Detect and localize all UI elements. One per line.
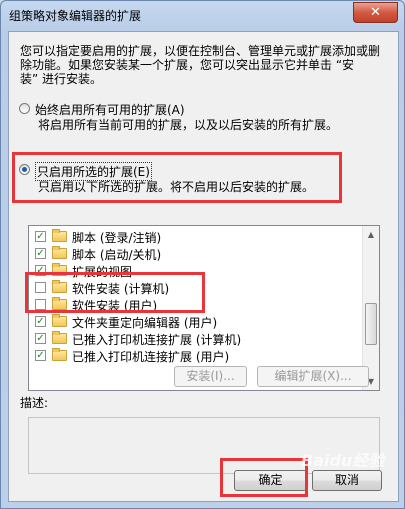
cancel-button[interactable]: 取消 xyxy=(312,470,382,491)
list-item-label: 文件夹重定向编辑器 (用户) xyxy=(72,316,218,330)
scrollbar-thumb[interactable] xyxy=(365,303,377,345)
radio-all-extensions-description: 将启用所有当前可用的扩展，以及以后安装的所有扩展。 xyxy=(38,118,339,132)
checkbox-checked[interactable]: ✓ xyxy=(35,333,46,344)
list-item-label: 脚本 (登录/注销) xyxy=(72,231,162,245)
dialog-body: 您可以指定要启用的扩展，以便在控制台、管理单元或扩展添加或删 除功能。如果您安装… xyxy=(8,31,399,502)
list-item[interactable]: ✓ 文件夹重定向编辑器 (用户) xyxy=(29,313,361,330)
folder-icon xyxy=(52,246,67,259)
folder-icon xyxy=(52,348,67,361)
edit-extension-button[interactable]: 编辑扩展(X)... xyxy=(257,366,369,387)
list-item[interactable]: ✓ 脚本 (登录/注销) xyxy=(29,228,361,245)
folder-icon xyxy=(52,331,67,344)
radio-all-extensions[interactable] xyxy=(19,103,30,114)
list-item-label: 脚本 (启动/关机) xyxy=(72,248,162,262)
highlight-frame-software-install xyxy=(25,272,205,313)
title-bar[interactable]: 组策略对象编辑器的扩展 ✕ xyxy=(1,1,404,29)
list-item[interactable]: ✓ 已推入打印机连接扩展 (计算机) xyxy=(29,330,361,347)
list-item-label: 已推入打印机连接扩展 (用户) xyxy=(72,350,230,364)
highlight-frame-option xyxy=(12,152,342,203)
folder-icon xyxy=(52,229,67,242)
highlight-frame-ok xyxy=(220,458,308,497)
scroll-up-arrow-icon[interactable]: ▲ xyxy=(363,226,379,243)
checkbox-checked[interactable]: ✓ xyxy=(35,248,46,259)
checkbox-checked[interactable]: ✓ xyxy=(35,350,46,361)
checkbox-checked[interactable]: ✓ xyxy=(35,316,46,327)
folder-icon xyxy=(52,314,67,327)
install-button[interactable]: 安装(I)... xyxy=(174,366,247,387)
close-button[interactable]: ✕ xyxy=(353,2,398,23)
watermark: Baidu经验 xyxy=(301,451,385,470)
window-title: 组策略对象编辑器的扩展 xyxy=(9,9,142,23)
description-label: 描述: xyxy=(20,396,49,410)
checkbox-checked[interactable]: ✓ xyxy=(35,231,46,242)
list-item[interactable]: ✓ 脚本 (启动/关机) xyxy=(29,245,361,262)
list-item-label: 已推入打印机连接扩展 (计算机) xyxy=(72,333,242,347)
list-item[interactable]: ✓ 已推入打印机连接扩展 (用户) xyxy=(29,347,361,364)
extensions-dialog: 组策略对象编辑器的扩展 ✕ 您可以指定要启用的扩展，以便在控制台、管理单元或扩展… xyxy=(0,0,405,509)
intro-text-line-3: 装” 进行安装。 xyxy=(20,72,103,86)
